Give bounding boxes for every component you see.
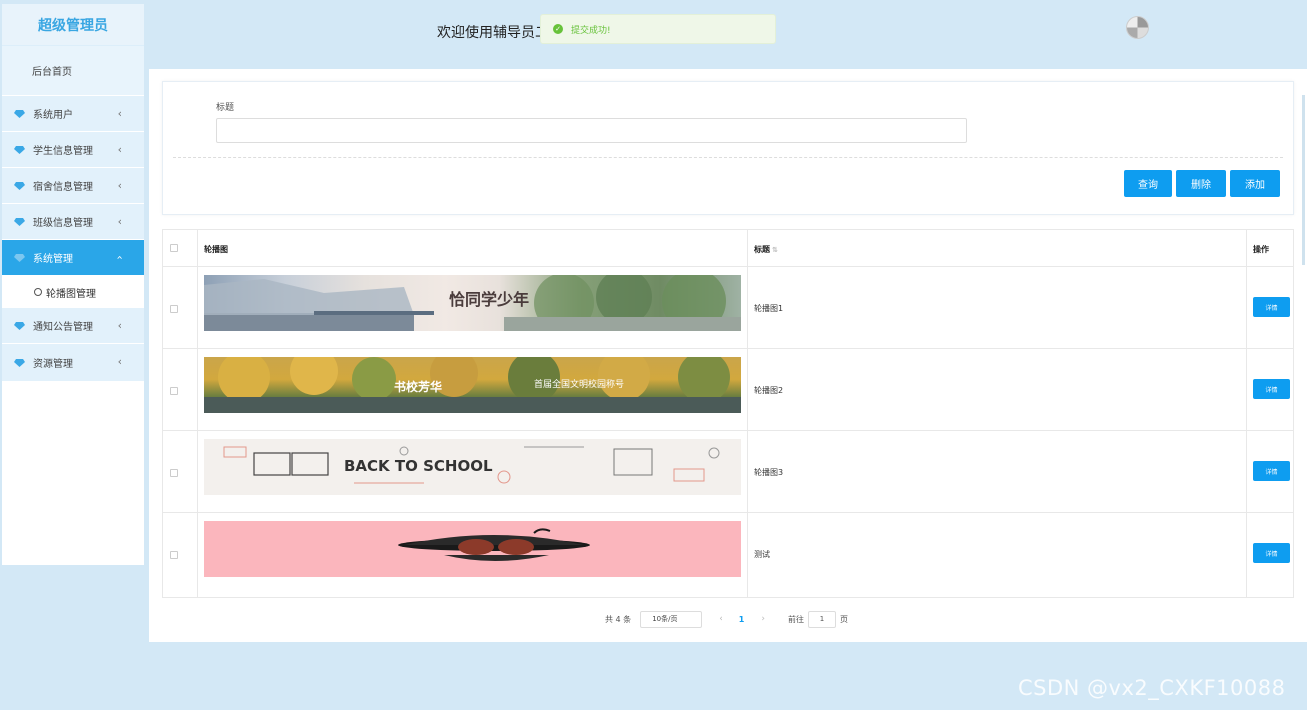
avatar[interactable] [1126, 16, 1149, 39]
carousel-image [204, 521, 741, 577]
page-size-select[interactable]: 10条/页 [640, 610, 703, 628]
chevron-left-icon: ‹ [117, 179, 122, 192]
watermark: CSDN @vx2_CXKF10088 [1018, 676, 1286, 700]
title-search-input[interactable] [216, 118, 967, 143]
toast-message: 提交成功! [571, 25, 611, 36]
carousel-image: 恰同学少年 [204, 275, 741, 331]
add-button[interactable]: 添加 [1230, 170, 1280, 197]
sidebar-subitem-label: 轮播图管理 [46, 288, 96, 300]
sidebar-item-label: 通知公告管理 [33, 322, 93, 333]
chevron-left-icon: ‹ [117, 355, 122, 368]
row-title: 轮播图2 [754, 386, 784, 395]
chevron-left-icon: ‹ [117, 107, 122, 120]
table-row: 书校芳华 首届全国文明校园称号 轮播图2 详情 [163, 349, 1293, 431]
sidebar-item-dorm-info[interactable]: 宿舍信息管理 ‹ [2, 168, 144, 204]
diamond-icon [14, 321, 25, 330]
diamond-icon [14, 358, 25, 367]
detail-button[interactable]: 详情 [1253, 461, 1290, 481]
table-header: 轮播图 标题 ⇅ 操作 [163, 230, 1293, 267]
detail-button[interactable]: 详情 [1253, 297, 1290, 317]
sidebar-item-class-info[interactable]: 班级信息管理 ‹ [2, 204, 144, 240]
sort-icon[interactable]: ⇅ [772, 246, 778, 254]
divider [173, 157, 1283, 158]
banner-caption: 书校芳华 [394, 379, 442, 394]
brand-title: 超级管理员 [2, 4, 144, 46]
sidebar-subitem-carousel[interactable]: 轮播图管理 [2, 276, 144, 308]
sidebar-item-label: 资源管理 [33, 359, 73, 370]
goto-unit: 页 [839, 614, 848, 624]
chevron-left-icon: ‹ [117, 215, 122, 228]
next-page-icon[interactable]: › [761, 614, 765, 624]
column-header-action: 操作 [1253, 245, 1269, 254]
sidebar-item-student-info[interactable]: 学生信息管理 ‹ [2, 132, 144, 168]
banner-caption: 恰同学少年 [449, 290, 529, 309]
table-row: 测试 详情 [163, 513, 1293, 595]
table-row: 恰同学少年 轮播图1 详情 [163, 267, 1293, 349]
diamond-icon [14, 145, 25, 154]
row-checkbox[interactable] [170, 387, 178, 395]
scrollbar[interactable] [1302, 95, 1305, 265]
banner-art: BACK TO SCHOOL [223, 446, 720, 484]
title-label: 标题 [216, 103, 235, 113]
sidebar-item-resources[interactable]: 资源管理 ‹ [2, 344, 144, 382]
sidebar-menu: 后台首页 系统用户 ‹ 学生信息管理 ‹ 宿舍信息管理 ‹ 班级信息管理 ‹ 系… [2, 46, 144, 382]
sidebar-item-label: 学生信息管理 [33, 146, 93, 157]
column-header-title-label: 标题 [754, 245, 770, 254]
check-circle-icon: ✓ [553, 24, 563, 34]
row-checkbox[interactable] [170, 551, 178, 559]
sidebar-item-label: 系统用户 [33, 110, 73, 121]
carousel-image: BACK TO SCHOOL [204, 439, 741, 495]
select-all-checkbox[interactable] [170, 244, 178, 252]
prev-page-icon[interactable]: ‹ [719, 614, 723, 624]
sidebar-item-label: 宿舍信息管理 [33, 182, 93, 193]
sidebar-item-notices[interactable]: 通知公告管理 ‹ [2, 308, 144, 344]
welcome-text: 欢迎使用辅导员二 [437, 25, 549, 41]
sidebar-item-home[interactable]: 后台首页 [2, 46, 144, 96]
goto-label: 前往 [787, 614, 804, 624]
row-title: 轮播图3 [754, 468, 784, 477]
detail-button[interactable]: 详情 [1253, 379, 1290, 399]
banner-art: 书校芳华 首届全国文明校园称号 [204, 357, 741, 413]
query-button[interactable]: 查询 [1124, 170, 1172, 197]
success-toast: ✓ 提交成功! [540, 14, 776, 44]
banner-art: 恰同学少年 [204, 275, 741, 331]
page-number-current[interactable]: 1 [739, 615, 745, 624]
column-header-image: 轮播图 [204, 245, 228, 254]
banner-art [398, 528, 590, 561]
chevron-left-icon: ‹ [117, 143, 122, 156]
pagination: 共 4 条 10条/页 ‹ 1 › 前往 1 页 [605, 610, 848, 628]
row-title: 轮播图1 [754, 304, 784, 313]
total-count: 共 4 条 [605, 614, 632, 624]
search-panel: 标题 查询 删除 添加 [162, 81, 1294, 215]
main-content: 标题 查询 删除 添加 轮播图 标题 ⇅ 操作 恰同学少年 轮播图1 详情 书校… [149, 69, 1307, 642]
goto-page-input[interactable]: 1 [807, 610, 836, 628]
clock-icon [34, 288, 42, 296]
sidebar-item-system-management[interactable]: 系统管理 ‹ [2, 240, 144, 276]
diamond-icon [14, 253, 25, 262]
row-checkbox[interactable] [170, 305, 178, 313]
table-row: BACK TO SCHOOL 轮播图3 详情 [163, 431, 1293, 513]
row-checkbox[interactable] [170, 469, 178, 477]
column-header-title[interactable]: 标题 ⇅ [754, 244, 778, 255]
detail-button[interactable]: 详情 [1253, 543, 1290, 563]
carousel-table: 轮播图 标题 ⇅ 操作 恰同学少年 轮播图1 详情 书校芳华 首届全国文明校园称… [162, 229, 1294, 598]
chevron-left-icon: ‹ [117, 319, 122, 332]
banner-caption: BACK TO SCHOOL [344, 457, 493, 475]
banner-caption-sub: 首届全国文明校园称号 [534, 378, 624, 390]
delete-button[interactable]: 删除 [1176, 170, 1226, 197]
sidebar-item-system-users[interactable]: 系统用户 ‹ [2, 96, 144, 132]
sidebar-item-label: 系统管理 [33, 254, 73, 265]
diamond-icon [14, 217, 25, 226]
chevron-down-icon: ‹ [113, 255, 127, 260]
sidebar: 超级管理员 后台首页 系统用户 ‹ 学生信息管理 ‹ 宿舍信息管理 ‹ 班级信息… [2, 4, 144, 565]
sidebar-item-label: 班级信息管理 [33, 218, 93, 229]
carousel-image: 书校芳华 首届全国文明校园称号 [204, 357, 741, 413]
diamond-icon [14, 181, 25, 190]
row-title: 测试 [754, 550, 770, 559]
diamond-icon [14, 109, 25, 118]
